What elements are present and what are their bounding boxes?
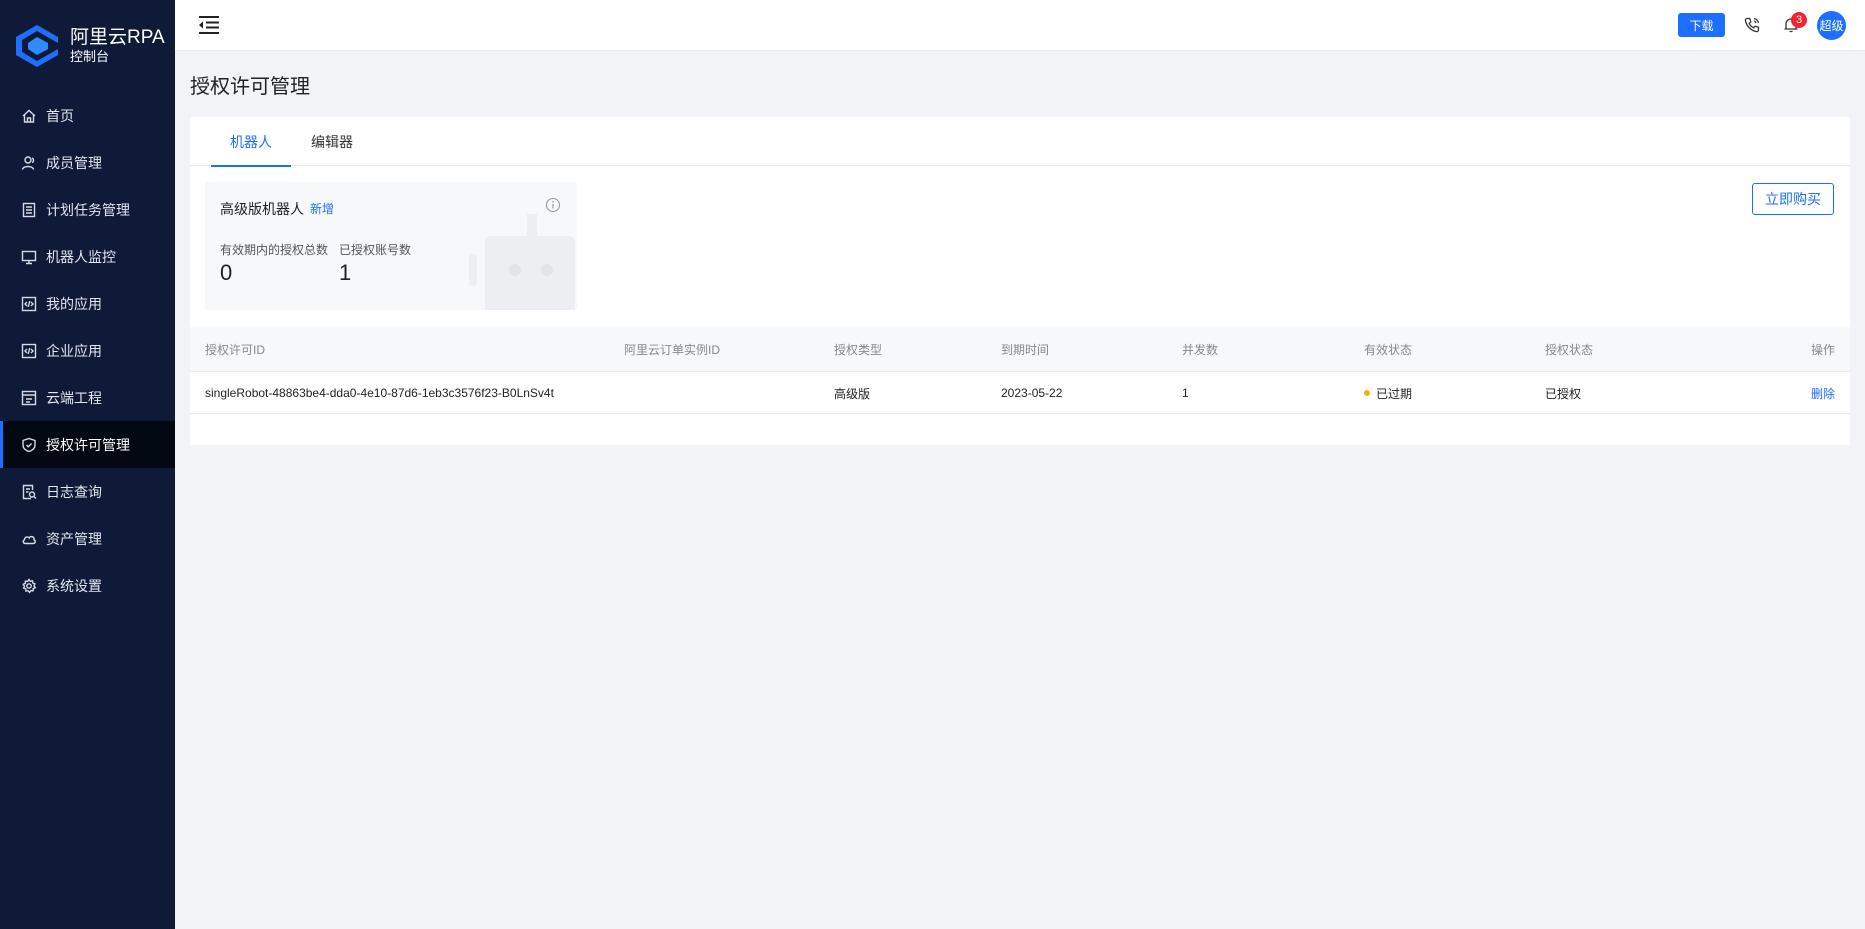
tab-robot[interactable]: 机器人 [211, 117, 291, 167]
stat-card-advanced-robot: 高级版机器人 新增 有效期内的授权总数 已授权账号数 0 1 [205, 182, 577, 310]
brand-subtitle: 控制台 [70, 49, 110, 65]
add-new-link[interactable]: 新增 [310, 200, 334, 217]
content-card: 机器人 编辑器 高级版机器人 新增 有效期内的授权总数 已授权账号数 0 1 立… [190, 117, 1850, 445]
code-icon [20, 295, 38, 313]
table-row: singleRobot-48863be4-dda0-4e10-87d6-1eb3… [190, 372, 1850, 414]
brand-title: 阿里云RPA [70, 26, 165, 48]
sidebar-item-label: 云端工程 [46, 389, 102, 406]
status-dot-icon [1364, 390, 1370, 396]
cell-valid-status: 已过期 [1364, 372, 1412, 414]
shield-icon [20, 436, 38, 454]
sidebar-item-scheduled-tasks[interactable]: 计划任务管理 [0, 186, 175, 233]
stat-label-total-licenses: 有效期内的授权总数 [220, 243, 329, 257]
menu-collapse-icon[interactable] [197, 14, 221, 36]
code-icon [20, 342, 38, 360]
top-header: 下载 3 超级 [175, 0, 1865, 51]
cell-license-id: singleRobot-48863be4-dda0-4e10-87d6-1eb3… [205, 386, 554, 400]
brand[interactable]: 阿里云RPA 控制台 [0, 0, 175, 92]
column-header-auth-status: 授权状态 [1545, 343, 1594, 357]
sidebar-item-label: 我的应用 [46, 295, 102, 312]
stat-card-title: 高级版机器人 [220, 201, 304, 217]
table-header: 授权许可ID 阿里云订单实例ID 授权类型 到期时间 并发数 有效状态 授权状态… [190, 327, 1850, 372]
monitor-icon [20, 248, 38, 266]
sidebar-item-label: 企业应用 [46, 342, 102, 359]
sidebar-item-label: 资产管理 [46, 530, 102, 547]
log-search-icon [20, 483, 38, 501]
home-icon [20, 107, 38, 125]
sidebar-item-assets[interactable]: 资产管理 [0, 515, 175, 562]
download-button[interactable]: 下载 [1678, 13, 1725, 37]
sidebar-item-my-apps[interactable]: 我的应用 [0, 280, 175, 327]
sidebar-item-label: 计划任务管理 [46, 201, 130, 218]
list-icon [20, 201, 38, 219]
cell-expire: 2023-05-22 [1001, 386, 1063, 400]
page-title: 授权许可管理 [190, 76, 310, 98]
sidebar-item-system-settings[interactable]: 系统设置 [0, 562, 175, 609]
cell-auth-status: 已授权 [1545, 386, 1582, 401]
robot-watermark-icon [469, 214, 575, 310]
sidebar-item-label: 系统设置 [46, 577, 102, 594]
sidebar-item-cloud-projects[interactable]: 云端工程 [0, 374, 175, 421]
column-header-expire: 到期时间 [1001, 343, 1050, 357]
aliyun-rpa-logo-icon [16, 25, 58, 67]
tabs: 机器人 编辑器 [190, 117, 1850, 167]
sidebar-item-label: 首页 [46, 107, 74, 124]
cloud-icon [20, 530, 38, 548]
phone-icon[interactable] [1743, 16, 1761, 34]
sidebar-item-license-management[interactable]: 授权许可管理 [0, 421, 175, 468]
cloud-project-icon [20, 389, 38, 407]
tab-editor[interactable]: 编辑器 [311, 117, 353, 166]
delete-link[interactable]: 删除 [1811, 372, 1835, 414]
sidebar-item-label: 机器人监控 [46, 248, 116, 265]
sidebar-item-label: 日志查询 [46, 483, 102, 500]
column-header-license-id: 授权许可ID [205, 343, 266, 357]
valid-status-text: 已过期 [1376, 386, 1413, 401]
cell-concurrency: 1 [1182, 386, 1189, 400]
stat-label-authorized-accounts: 已授权账号数 [339, 243, 412, 257]
buy-now-button[interactable]: 立即购买 [1752, 183, 1834, 215]
column-header-concurrency: 并发数 [1182, 343, 1219, 357]
column-header-actions: 操作 [1810, 343, 1835, 357]
stat-value-total-licenses: 0 [220, 260, 233, 285]
sidebar-item-label: 授权许可管理 [46, 436, 130, 453]
sidebar-nav: 首页 成员管理 计划任务管理 机器人监控 我的应用 企业应用 云端工程 授权许可… [0, 92, 175, 609]
license-table: 授权许可ID 阿里云订单实例ID 授权类型 到期时间 并发数 有效状态 授权状态… [190, 327, 1850, 414]
column-header-valid-status: 有效状态 [1364, 343, 1413, 357]
sidebar-item-home[interactable]: 首页 [0, 92, 175, 139]
sidebar-item-enterprise-apps[interactable]: 企业应用 [0, 327, 175, 374]
sidebar-item-members[interactable]: 成员管理 [0, 139, 175, 186]
sidebar: 阿里云RPA 控制台 首页 成员管理 计划任务管理 机器人监控 我的应用 企业应… [0, 0, 175, 929]
gear-icon [20, 577, 38, 595]
column-header-type: 授权类型 [834, 343, 883, 357]
user-icon [20, 154, 38, 172]
sidebar-item-label: 成员管理 [46, 154, 102, 171]
sidebar-item-robot-monitor[interactable]: 机器人监控 [0, 233, 175, 280]
avatar[interactable]: 超级 [1817, 11, 1846, 40]
info-icon[interactable] [545, 197, 561, 213]
sidebar-item-log-query[interactable]: 日志查询 [0, 468, 175, 515]
notification-badge: 3 [1791, 12, 1807, 28]
cell-type: 高级版 [834, 386, 871, 401]
column-header-order-id: 阿里云订单实例ID [624, 343, 721, 357]
stat-value-authorized-accounts: 1 [339, 260, 352, 285]
